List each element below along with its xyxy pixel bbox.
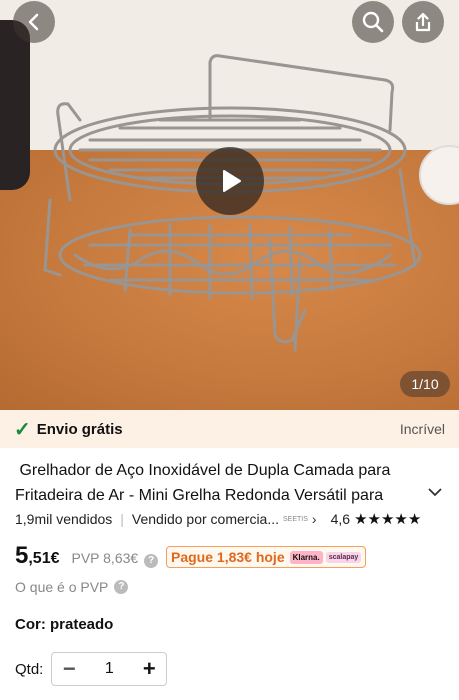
product-meta-row: 1,9mil vendidos | Vendido por comercia..… <box>15 508 450 530</box>
search-icon <box>362 11 384 33</box>
chevron-right-icon[interactable]: › <box>312 511 317 527</box>
rating-score: 4,6 <box>330 511 351 527</box>
seller-logo: SEETIS <box>283 515 308 523</box>
share-icon <box>415 12 431 32</box>
chevron-down-icon <box>428 488 442 497</box>
decrease-quantity-button[interactable]: − <box>52 653 86 685</box>
image-counter: 1/10 <box>400 371 450 397</box>
quantity-row: Qtd: − 1 + <box>15 652 168 686</box>
sold-count: 1,9mil vendidos <box>15 511 113 527</box>
price-row: 5 ,51€ PVP 8,63€ ? <box>15 542 159 572</box>
help-icon[interactable]: ? <box>144 554 159 568</box>
product-title: Grelhador de Aço Inoxidável de Dupla Cam… <box>15 458 415 508</box>
pvp-info-link[interactable]: O que é o PVP ? <box>15 579 129 595</box>
divider: | <box>120 511 124 527</box>
seller-link[interactable]: Vendido por comercia... <box>132 511 279 527</box>
price-decimal: ,51€ <box>28 550 60 567</box>
installment-offer[interactable]: Pague 1,83€ hoje Klarna. scalapay <box>166 546 367 568</box>
product-image-gallery[interactable]: 1/10 <box>0 0 459 410</box>
pvp-price: PVP 8,63€ <box>71 550 139 566</box>
quantity-value[interactable]: 1 <box>86 660 132 678</box>
air-fryer-edge <box>0 20 30 190</box>
shipping-badge: Incrível <box>399 421 445 437</box>
installment-text: Pague 1,83€ hoje <box>171 549 285 565</box>
increase-quantity-button[interactable]: + <box>132 653 166 685</box>
product-title-text: Grelhador de Aço Inoxidável de Dupla Cam… <box>15 462 391 504</box>
search-button[interactable] <box>352 1 394 43</box>
price-integer: 5 <box>15 542 29 569</box>
chevron-left-icon <box>28 13 39 31</box>
share-button[interactable] <box>402 1 444 43</box>
free-shipping-label: Envio grátis <box>36 420 123 438</box>
quantity-stepper[interactable]: − 1 + <box>51 652 168 686</box>
play-icon <box>223 170 241 192</box>
quantity-label: Qtd: <box>15 660 44 678</box>
scalapay-logo: scalapay <box>325 551 362 563</box>
play-video-button[interactable] <box>196 147 264 215</box>
color-selection-label: Cor: prateado <box>15 616 114 633</box>
back-button[interactable] <box>13 1 55 43</box>
pvp-info-text: O que é o PVP <box>15 579 109 595</box>
shipping-banner[interactable]: ✓ Envio grátis Incrível <box>0 410 459 448</box>
check-icon: ✓ <box>14 418 31 441</box>
expand-title-button[interactable] <box>428 484 442 502</box>
klarna-logo: Klarna. <box>289 550 323 564</box>
help-icon: ? <box>114 580 129 594</box>
rating-stars[interactable]: ★★★★★ <box>354 510 421 528</box>
